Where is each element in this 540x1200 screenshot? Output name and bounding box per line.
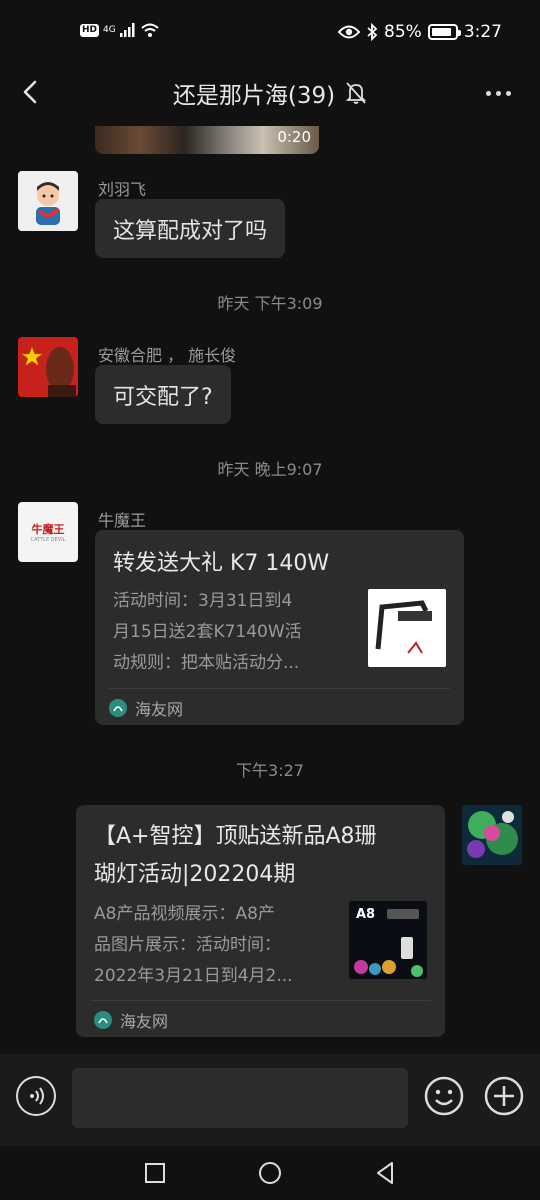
recents-button[interactable] [140, 1158, 170, 1188]
avatar[interactable] [18, 337, 78, 397]
video-duration: 0:20 [277, 128, 311, 146]
signal-icon [119, 23, 135, 37]
home-button[interactable] [255, 1158, 285, 1188]
avatar[interactable] [18, 171, 78, 231]
link-card[interactable]: 转发送大礼 K7 140W 活动时间：3月31日到4 月15日送2套K7140W… [95, 530, 464, 725]
back-nav-button[interactable] [370, 1158, 400, 1188]
avatar[interactable] [462, 805, 522, 865]
more-icon [485, 90, 491, 96]
battery-fill [431, 28, 451, 36]
video-message[interactable]: 0:20 [95, 126, 319, 154]
card-divider [90, 1000, 431, 1001]
coral-lamp-product-icon [354, 909, 423, 977]
more-button[interactable] [478, 78, 518, 108]
eye-icon [338, 25, 361, 39]
sender-name: 牛魔王 [98, 511, 147, 530]
battery-percent: 85% [384, 22, 422, 42]
plus-icon [484, 1076, 524, 1116]
text-bubble[interactable]: 这算配成对了吗 [95, 199, 286, 258]
more-actions-button[interactable] [484, 1076, 524, 1116]
card-thumbnail: A8 [349, 901, 427, 979]
card-desc-line: 动规则：把本贴活动分... [113, 653, 300, 673]
voice-icon [30, 1087, 44, 1105]
card-divider [109, 688, 450, 689]
card-desc-line: 月15日送2套K7140W活 [113, 622, 302, 642]
timestamp: 昨天 下午3:09 [217, 294, 323, 313]
title-area: 还是那片海(39) [0, 76, 540, 110]
voice-button[interactable] [16, 1076, 56, 1116]
mute-bell-icon [345, 82, 367, 104]
triangle-back-icon [377, 1162, 393, 1184]
timestamp: 下午3:27 [236, 761, 304, 780]
clock: 3:27 [463, 22, 502, 42]
emoji-icon [424, 1076, 464, 1116]
card-source: 海友网 [109, 696, 183, 720]
coral-avatar-icon [462, 805, 522, 865]
more-icon-dot [495, 90, 501, 96]
source-logo-icon [94, 1011, 112, 1029]
card-title: 转发送大礼 K7 140W [113, 551, 330, 576]
status-left: HD 4G [80, 22, 160, 38]
link-card[interactable]: 【A+智控】顶贴送新品A8珊 瑚灯活动|202204期 A8产品视频展示：A8产… [76, 805, 445, 1037]
system-nav-bar [0, 1146, 540, 1200]
emoji-button[interactable] [424, 1076, 464, 1116]
network-label: 4G [103, 25, 116, 35]
sender-name: 安徽合肥 ， 施长俊 [98, 346, 237, 365]
flag-avatar-icon [18, 337, 78, 397]
hd-badge: HD [80, 23, 100, 37]
square-icon [145, 1163, 165, 1183]
timestamp: 昨天 晚上9:07 [217, 460, 323, 479]
chat-area[interactable]: 0:20 刘羽飞 这算配成对了吗 昨天 下午3:09 安徽合肥 ， 施长俊 可交… [0, 116, 540, 1054]
chat-header: 还是那片海(39) [0, 68, 540, 116]
text-bubble[interactable]: 可交配了? [95, 365, 231, 424]
lamp-product-icon [368, 589, 446, 667]
circle-icon [259, 1162, 281, 1184]
card-desc-line: 品图片展示：活动时间： [94, 935, 281, 955]
card-title-line: 瑚灯活动|202204期 [94, 862, 296, 887]
card-thumbnail [368, 589, 446, 667]
source-name: 海友网 [135, 700, 184, 719]
source-logo-icon [109, 699, 127, 717]
sender-name: 刘羽飞 [98, 180, 147, 199]
avatar[interactable]: 牛魔王 CATTLE DEVIL [18, 502, 78, 562]
more-icon-dot [505, 90, 511, 96]
input-bar [0, 1054, 540, 1146]
avatar-logo-text: 牛魔王 [31, 523, 65, 536]
bluetooth-icon [367, 23, 378, 41]
card-desc-line: 2022年3月21日到4月2... [94, 966, 293, 986]
avatar-logo-subtext: CATTLE DEVIL [30, 537, 66, 543]
status-right: 85% 3:27 [338, 22, 502, 42]
card-desc-line: 活动时间：3月31日到4 [113, 591, 293, 611]
status-bar: HD 4G 85% 3:27 [0, 0, 540, 68]
message-input[interactable] [72, 1068, 408, 1128]
source-name: 海友网 [120, 1012, 169, 1031]
chat-title: 还是那片海(39) [172, 83, 336, 109]
wifi-icon [141, 23, 159, 37]
battery-tip [457, 30, 461, 36]
card-title-line: 【A+智控】顶贴送新品A8珊 [94, 824, 377, 849]
card-source: 海友网 [94, 1008, 168, 1032]
cartoon-avatar-icon [18, 171, 78, 231]
battery-icon [427, 24, 461, 40]
card-desc-line: A8产品视频展示：A8产 [94, 904, 275, 924]
